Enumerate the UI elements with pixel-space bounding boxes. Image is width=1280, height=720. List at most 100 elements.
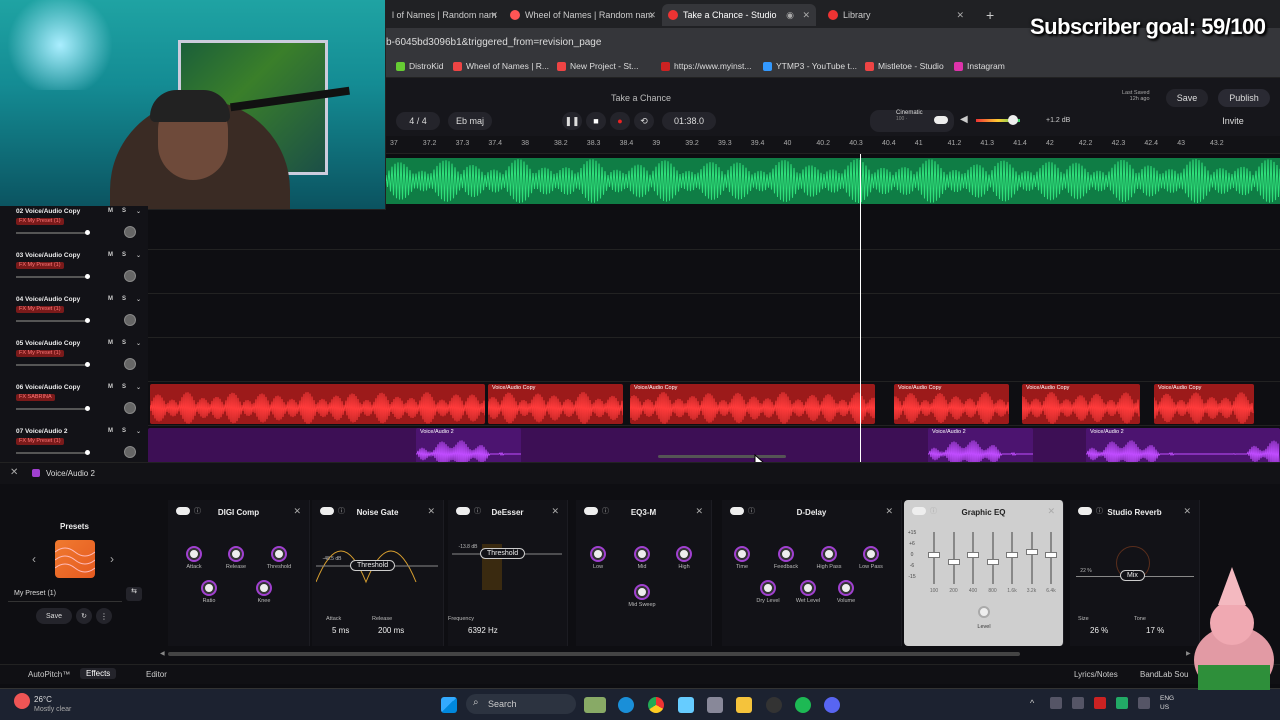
size-value[interactable]: 26 % [1090, 626, 1108, 635]
mute-button[interactable]: M [108, 384, 113, 390]
eq-band-fader[interactable] [1025, 549, 1038, 555]
plugin-knob[interactable] [203, 582, 215, 594]
chevron-down-icon[interactable]: ⌄ [136, 208, 141, 215]
mute-button[interactable]: M [108, 252, 113, 258]
preset-select[interactable]: My Preset (1) [8, 586, 122, 602]
beat-track-waveform[interactable] [386, 158, 1280, 204]
plugin-eq3-m[interactable]: ⓘ EQ3-M ✕ Low Mid High Mid Sweep [576, 500, 712, 646]
audio-clip[interactable] [150, 384, 485, 424]
next-preset-icon[interactable]: › [110, 552, 114, 566]
pan-knob[interactable] [124, 446, 136, 458]
playhead[interactable] [860, 154, 861, 462]
slider-handle[interactable] [85, 450, 90, 455]
preset-save-button[interactable]: Save [36, 608, 72, 624]
audio-clip[interactable]: Voice/Audio Copy [894, 384, 1009, 424]
chevron-down-icon[interactable]: ⌄ [136, 252, 141, 259]
plugin-knob[interactable] [865, 548, 877, 560]
close-icon[interactable]: ✕ [695, 506, 703, 517]
eq-band-fader[interactable] [1006, 552, 1018, 558]
spotify-icon[interactable] [795, 697, 811, 713]
track-volume-slider[interactable] [16, 406, 90, 411]
close-icon[interactable]: ✕ [293, 506, 301, 517]
track-header[interactable]: 02 Voice/Audio Copy FX My Preset (1) M S ⌄ [0, 206, 148, 250]
plugin-knob[interactable] [736, 548, 748, 560]
loop-button[interactable]: ⟲ [634, 112, 654, 130]
audio-clip[interactable]: Voice/Audio Copy [1022, 384, 1140, 424]
plugin-knob[interactable] [840, 582, 852, 594]
chevron-down-icon[interactable]: ⌄ [136, 340, 141, 347]
pan-knob[interactable] [124, 314, 136, 326]
close-icon[interactable]: ✕ [648, 10, 656, 21]
solo-button[interactable]: S [122, 428, 126, 434]
eq-band-fader[interactable] [986, 559, 999, 565]
plugin-knob[interactable] [592, 548, 604, 560]
track-row[interactable]: 04 Voice/Audio Copy FX My Preset (1) M S ⌄ [0, 294, 1280, 338]
eq-band-fader[interactable] [967, 552, 979, 558]
autopitch-tab[interactable]: AutoPitch™ [28, 670, 70, 679]
threshold-control[interactable]: Threshold [350, 560, 396, 571]
track-volume-slider[interactable] [16, 274, 90, 279]
bandlab-sounds-tab[interactable]: BandLab Sou [1140, 670, 1189, 679]
plugin-knob[interactable] [273, 548, 285, 560]
tray-icon[interactable] [1138, 697, 1150, 709]
pan-knob[interactable] [124, 402, 136, 414]
settings-icon[interactable] [707, 697, 723, 713]
close-icon[interactable]: ✕ [490, 10, 498, 21]
track-row[interactable]: 05 Voice/Audio Copy FX My Preset (1) M S ⌄ [0, 338, 1280, 382]
tone-value[interactable]: 17 % [1146, 626, 1164, 635]
mute-button[interactable]: M [108, 340, 113, 346]
bookmark-item[interactable]: Wheel of Names | R... [453, 61, 549, 71]
lyrics-notes-tab[interactable]: Lyrics/Notes [1074, 670, 1118, 679]
preset-artwork[interactable] [55, 540, 95, 578]
slider-handle[interactable] [85, 230, 90, 235]
tray-icon[interactable] [1050, 697, 1062, 709]
track-row[interactable]: 03 Voice/Audio Copy FX My Preset (1) M S ⌄ [0, 250, 1280, 294]
discord-icon[interactable] [824, 697, 840, 713]
weather-icon[interactable] [14, 693, 30, 709]
solo-button[interactable]: S [122, 340, 126, 346]
chrome-icon[interactable] [648, 697, 664, 713]
speaker-icon[interactable]: ◀ [960, 114, 968, 125]
plugin-knob[interactable] [636, 586, 648, 598]
track-volume-slider[interactable] [16, 450, 90, 455]
language-indicator[interactable]: ENG US [1160, 694, 1174, 712]
chevron-down-icon[interactable]: ⌄ [136, 428, 141, 435]
close-icon[interactable]: ✕ [427, 506, 435, 517]
track-fx-badge[interactable]: FX My Preset (1) [16, 262, 64, 269]
track-header[interactable]: 06 Voice/Audio Copy FX SABRINA M S ⌄ [0, 382, 148, 426]
release-value[interactable]: 200 ms [378, 626, 404, 635]
invite-button[interactable]: Invite [1218, 112, 1248, 130]
solo-button[interactable]: S [122, 296, 126, 302]
pan-knob[interactable] [124, 270, 136, 282]
plugin-knob[interactable] [678, 548, 690, 560]
bookmark-item[interactable]: Instagram [954, 61, 1005, 71]
pan-knob[interactable] [124, 358, 136, 370]
plugin-graphic-eq[interactable]: ⓘ Graphic EQ ✕ +15 +6 0 -6 -15 100 200 400 800 1.6k 3… [904, 500, 1064, 646]
solo-button[interactable]: S [122, 252, 126, 258]
track-header[interactable]: 05 Voice/Audio Copy FX My Preset (1) M S ⌄ [0, 338, 148, 382]
edge-icon[interactable] [618, 697, 634, 713]
track-fx-badge[interactable]: FX My Preset (1) [16, 218, 64, 225]
mute-button[interactable]: M [108, 208, 113, 214]
browser-tab[interactable]: l of Names | Random nam ✕ [386, 4, 504, 26]
windows-start-icon[interactable] [441, 697, 457, 713]
plugin-knob[interactable] [188, 548, 200, 560]
plugin-knob[interactable] [780, 548, 792, 560]
plugin-knob[interactable] [230, 548, 242, 560]
track-fx-badge[interactable]: FX My Preset (1) [16, 350, 64, 357]
pan-knob[interactable] [124, 226, 136, 238]
taskbar-search[interactable]: ⌕ Search [466, 694, 576, 714]
browser-tab-active[interactable]: Take a Chance - Studio ◉ ✕ [662, 4, 816, 26]
pause-button[interactable]: ❚❚ [562, 112, 582, 130]
mix-control[interactable]: Mix [1120, 570, 1145, 581]
tray-chevron-icon[interactable]: ^ [1030, 698, 1034, 708]
plugin-knob[interactable] [802, 582, 814, 594]
solo-button[interactable]: S [122, 384, 126, 390]
eq-band-fader[interactable] [928, 552, 940, 558]
chevron-down-icon[interactable]: ⌄ [136, 296, 141, 303]
attack-value[interactable]: 5 ms [332, 626, 349, 635]
bookmark-item[interactable]: YTMP3 - YouTube t... [763, 61, 857, 71]
tray-icon[interactable] [1094, 697, 1106, 709]
chevron-down-icon[interactable]: ⌄ [136, 384, 141, 391]
plugin-d-delay[interactable]: ⓘ D-Delay ✕ Time Feedback High Pass Low Pass Dr… [722, 500, 902, 646]
